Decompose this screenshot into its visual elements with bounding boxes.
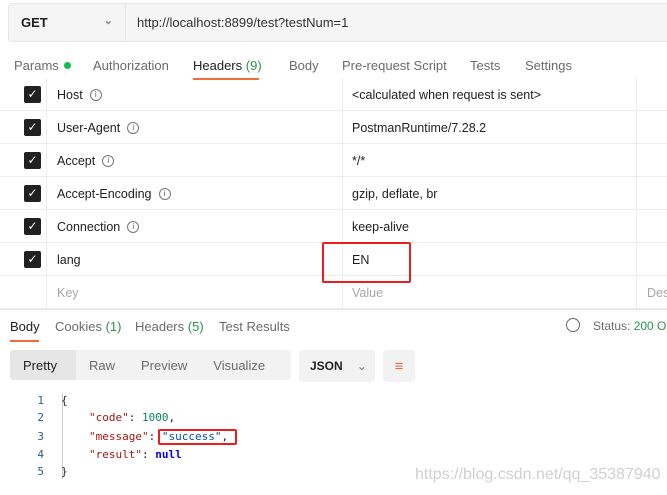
header-description[interactable] <box>636 144 667 177</box>
method-select[interactable]: GET ⌄ <box>9 4 126 41</box>
status-label: Status: <box>593 319 631 333</box>
checkbox-checked-icon[interactable]: ✓ <box>24 185 41 202</box>
format-select[interactable]: JSON ⌄ <box>299 350 375 382</box>
view-visualize[interactable]: Visualize <box>200 350 278 380</box>
header-row: ✓ User-Agent i PostmanRuntime/7.28.2 <box>0 111 667 144</box>
header-key[interactable]: Accept i <box>46 144 342 177</box>
info-icon[interactable]: i <box>127 220 140 233</box>
header-row: ✓ Accept i */* <box>0 144 667 177</box>
header-key[interactable]: lang <box>46 243 342 276</box>
json-number: 1000 <box>142 411 169 424</box>
resp-tab-headers[interactable]: Headers (5) <box>135 319 204 334</box>
code-line-4: "result": null <box>89 448 182 461</box>
resp-tab-cookies[interactable]: Cookies (1) <box>55 319 121 334</box>
header-key-text: Accept-Encoding <box>57 186 152 201</box>
watermark: https://blog.csdn.net/qq_35387940 <box>415 466 661 483</box>
line-number: 5 <box>37 465 44 478</box>
json-null: null <box>155 448 182 461</box>
header-key-text: Connection <box>57 219 121 234</box>
line-number: 2 <box>37 411 44 424</box>
wrap-lines-icon[interactable]: ≡ <box>383 350 415 382</box>
resp-tab-test-results[interactable]: Test Results <box>219 319 290 334</box>
tab-count: (9) <box>245 58 262 73</box>
url-bar: GET ⌄ http://localhost:8899/test?testNum=… <box>8 3 667 42</box>
tab-label: Headers <box>193 58 243 73</box>
info-icon[interactable]: i <box>127 121 140 134</box>
header-description[interactable] <box>636 210 667 243</box>
tab-authorization[interactable]: Authorization <box>93 58 169 73</box>
status: Status: 200 O <box>593 319 666 333</box>
header-key[interactable]: Host i <box>46 78 342 111</box>
description-input[interactable]: Des <box>636 276 667 309</box>
code-open-brace: { <box>61 394 68 407</box>
info-icon[interactable]: i <box>158 187 171 200</box>
chevron-down-icon: ⌄ <box>103 15 113 27</box>
line-number: 1 <box>37 394 44 407</box>
json-key: "code" <box>89 411 129 424</box>
info-icon[interactable]: i <box>89 88 102 101</box>
json-key: "result" <box>89 448 142 461</box>
header-description[interactable] <box>636 243 667 276</box>
checkbox-checked-icon[interactable]: ✓ <box>24 152 41 169</box>
view-preview[interactable]: Preview <box>128 350 200 380</box>
resp-active-tab-indicator <box>10 340 39 342</box>
status-value: 200 O <box>633 319 667 333</box>
header-description[interactable] <box>636 78 667 111</box>
divider <box>0 309 667 310</box>
highlight-box <box>322 242 411 283</box>
tab-body[interactable]: Body <box>289 58 319 73</box>
tab-pre-request-script[interactable]: Pre-request Script <box>342 58 447 73</box>
view-raw[interactable]: Raw <box>76 350 128 380</box>
header-key-text: User-Agent <box>57 120 121 135</box>
header-key-text: Host <box>57 87 83 102</box>
checkbox-checked-icon[interactable]: ✓ <box>24 119 41 136</box>
tab-count: (1) <box>105 319 122 334</box>
checkbox-checked-icon[interactable]: ✓ <box>24 218 41 235</box>
header-key-text: Accept <box>57 153 96 168</box>
header-value[interactable]: <calculated when request is sent> <box>342 78 636 111</box>
line-number: 4 <box>37 448 44 461</box>
tab-headers[interactable]: Headers (9) <box>193 58 262 73</box>
header-description[interactable] <box>636 111 667 144</box>
tab-label: Headers <box>135 319 185 334</box>
header-key-text: lang <box>57 252 81 267</box>
params-dot-icon <box>63 62 71 69</box>
view-pretty[interactable]: Pretty <box>10 350 76 380</box>
view-mode-group: Pretty Raw Preview Visualize <box>10 350 291 380</box>
url-input[interactable]: http://localhost:8899/test?testNum=1 <box>126 4 348 41</box>
header-value[interactable]: gzip, deflate, br <box>342 177 636 210</box>
code-close-brace: } <box>61 465 68 478</box>
header-value[interactable]: keep-alive <box>342 210 636 243</box>
header-row: ✓ Host i <calculated when request is sent… <box>0 78 667 111</box>
json-key: "message" <box>89 430 149 443</box>
tab-settings[interactable]: Settings <box>525 58 572 73</box>
format-label: JSON <box>310 359 343 373</box>
line-number: 3 <box>37 430 44 443</box>
header-key[interactable]: Connection i <box>46 210 342 243</box>
header-key[interactable]: User-Agent i <box>46 111 342 144</box>
highlight-box <box>158 429 237 445</box>
header-key[interactable]: Accept-Encoding i <box>46 177 342 210</box>
header-value[interactable]: */* <box>342 144 636 177</box>
method-label: GET <box>21 15 48 30</box>
resp-tab-body[interactable]: Body <box>10 319 40 334</box>
header-value[interactable]: PostmanRuntime/7.28.2 <box>342 111 636 144</box>
code-line-2: "code": 1000, <box>89 411 176 424</box>
header-row: ✓ Connection i keep-alive <box>0 210 667 243</box>
key-input[interactable]: Key <box>46 276 342 309</box>
chevron-down-icon: ⌄ <box>356 359 367 373</box>
tab-count: (5) <box>187 319 204 334</box>
header-description[interactable] <box>636 177 667 210</box>
info-icon[interactable]: i <box>102 154 115 167</box>
checkbox-checked-icon[interactable]: ✓ <box>24 86 41 103</box>
tab-label: Cookies <box>55 319 102 334</box>
header-row: ✓ Accept-Encoding i gzip, deflate, br <box>0 177 667 210</box>
tab-label: Params <box>14 58 59 73</box>
tab-params[interactable]: Params <box>14 58 71 73</box>
checkbox-checked-icon[interactable]: ✓ <box>24 251 41 268</box>
tab-tests[interactable]: Tests <box>470 58 500 73</box>
globe-icon[interactable] <box>566 318 580 332</box>
